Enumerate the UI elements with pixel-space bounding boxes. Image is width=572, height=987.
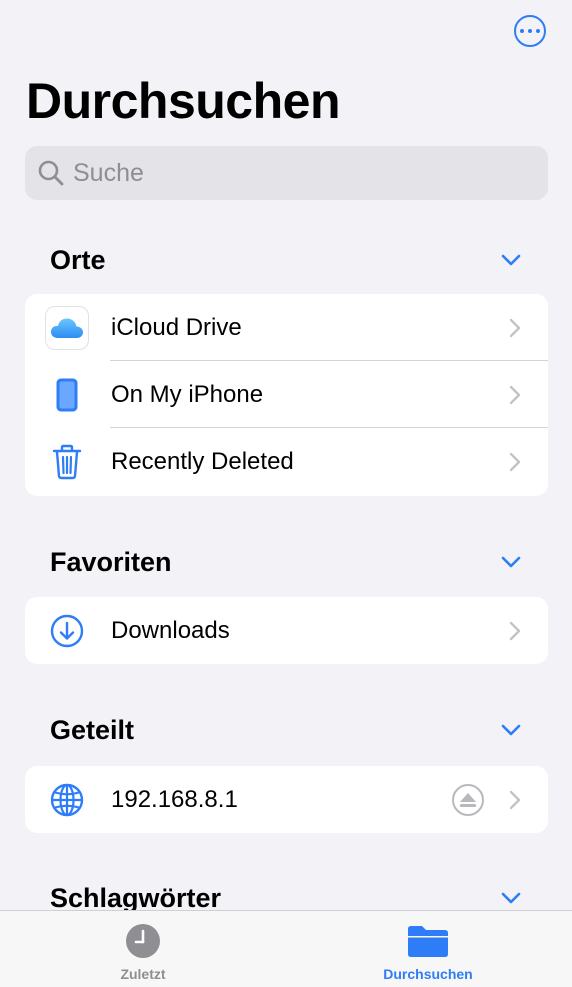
chevron-down-icon[interactable] (500, 253, 522, 267)
list-item-label: 192.168.8.1 (111, 785, 238, 813)
list-item-on-my-iphone[interactable]: On My iPhone (25, 361, 548, 428)
section-title: Orte (50, 244, 106, 275)
section-title: Schlagwörter (50, 882, 222, 913)
chevron-right-icon (509, 318, 521, 337)
eject-button[interactable] (452, 783, 484, 816)
globe-icon (45, 778, 89, 822)
icloud-icon (45, 305, 89, 350)
list-item-server[interactable]: 192.168.8.1 (25, 766, 548, 833)
section-title: Geteilt (50, 714, 135, 745)
chevron-down-icon[interactable] (500, 891, 522, 905)
list-item-recently-deleted[interactable]: Recently Deleted (25, 428, 548, 495)
chevron-down-icon[interactable] (500, 555, 522, 569)
more-options-button[interactable] (514, 15, 546, 47)
tab-bar: Zuletzt Durchsuchen (0, 910, 572, 987)
list-item-icloud-drive[interactable]: iCloud Drive (25, 294, 548, 361)
section-header-geteilt[interactable]: Geteilt (50, 710, 522, 750)
chevron-right-icon (509, 621, 521, 640)
search-field[interactable]: Suche (25, 146, 548, 200)
tab-label: Durchsuchen (383, 966, 473, 982)
ellipsis-dot (536, 29, 540, 33)
shared-list: 192.168.8.1 (25, 766, 548, 833)
search-placeholder: Suche (73, 158, 144, 187)
list-item-label: On My iPhone (111, 380, 264, 408)
ellipsis-dot (520, 29, 524, 33)
trash-icon (45, 440, 89, 484)
locations-list: iCloud Drive On My iPhone Recently Delet… (25, 294, 548, 496)
iphone-icon (45, 373, 89, 417)
chevron-right-icon (509, 790, 521, 809)
section-header-favoriten[interactable]: Favoriten (50, 542, 522, 582)
folder-icon (407, 923, 449, 959)
eject-icon (460, 792, 476, 807)
list-item-label: Recently Deleted (111, 447, 294, 475)
favorites-list: Downloads (25, 597, 548, 664)
list-item-label: Downloads (111, 616, 230, 644)
section-header-orte[interactable]: Orte (50, 240, 522, 280)
page-title: Durchsuchen (26, 73, 341, 129)
clock-icon (125, 923, 161, 959)
search-icon (38, 160, 64, 186)
list-item-label: iCloud Drive (111, 313, 242, 341)
chevron-right-icon (509, 452, 521, 471)
chevron-right-icon (509, 385, 521, 404)
tab-recents[interactable]: Zuletzt (43, 911, 243, 987)
tab-label: Zuletzt (120, 966, 166, 982)
download-circle-icon (45, 609, 89, 653)
tab-browse[interactable]: Durchsuchen (328, 911, 528, 987)
section-title: Favoriten (50, 546, 172, 577)
ellipsis-dot (528, 29, 532, 33)
list-item-downloads[interactable]: Downloads (25, 597, 548, 664)
chevron-down-icon[interactable] (500, 723, 522, 737)
